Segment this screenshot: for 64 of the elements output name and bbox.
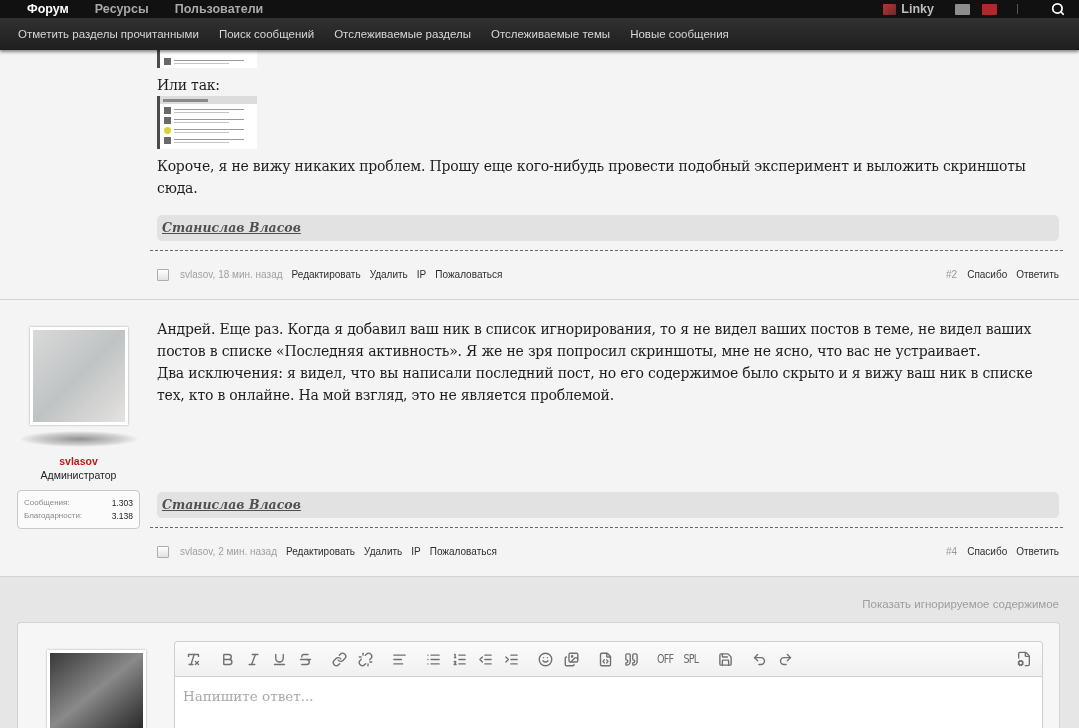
- quote-icon: [623, 651, 639, 667]
- stat-value: 1.303: [111, 498, 133, 508]
- smiley-icon: [537, 651, 553, 667]
- sub-nav-link[interactable]: Отслеживаемые темы: [480, 27, 621, 41]
- undo-icon: [751, 651, 767, 667]
- sub-nav-link[interactable]: Отслеживаемые разделы: [324, 27, 481, 41]
- message-text: Андрей. Еще раз. Когда я добавил ваш ник в список игнорирования, то я не видел ваших постов в теме, не видел ваших постов в списке «Последняя активность». Я же не зря попросил скриншоты, мне не ясно, что вас не устраивает.: [157, 320, 1033, 361]
- select-checkbox[interactable]: [157, 546, 169, 558]
- reply-input[interactable]: Напишите ответ...: [174, 677, 1043, 728]
- images-icon: [563, 651, 579, 667]
- page-gear-icon: [1016, 651, 1032, 667]
- message-text: Короче, я не вижу никаких проблем. Прошу еще кого-нибудь провести подобный эксперимент и выложить скриншоты сюда.: [157, 157, 1027, 198]
- indent-icon: [503, 651, 519, 667]
- post-action-link[interactable]: Спасибо: [967, 269, 1008, 281]
- avatar-photo-placeholder[interactable]: [47, 650, 146, 728]
- select-checkbox[interactable]: [157, 269, 169, 281]
- outdent-icon: [477, 651, 493, 667]
- redo-icon: [777, 651, 793, 667]
- tile-icon[interactable]: [982, 3, 997, 15]
- author-role: Администратор: [40, 468, 117, 482]
- post-action-link[interactable]: Ответить: [1016, 546, 1059, 558]
- post-action-link[interactable]: Пожаловаться: [435, 269, 503, 281]
- stat-value: 3.138: [111, 511, 133, 521]
- post-action-link[interactable]: Пожаловаться: [429, 546, 497, 558]
- post-action-link[interactable]: Ответить: [1016, 269, 1059, 281]
- stat-label: Сообщения:: [24, 498, 70, 508]
- toolbar-text-button[interactable]: OFF: [654, 647, 676, 671]
- underline-icon: [271, 651, 287, 667]
- toolbar-text-button[interactable]: SPL: [680, 647, 702, 671]
- username-link[interactable]: Linky: [901, 1, 934, 17]
- user-avatar-icon: [883, 3, 897, 15]
- remove-format-icon: [185, 651, 201, 667]
- post-action-link[interactable]: Редактировать: [286, 546, 356, 558]
- numbered-list-icon: [451, 651, 467, 667]
- strikethrough-icon: [297, 651, 313, 667]
- signature-link[interactable]: Станислав Власов: [162, 497, 301, 513]
- post-action-link[interactable]: Спасибо: [967, 546, 1008, 558]
- align-left-icon: [391, 651, 407, 667]
- message-text: Два исключения: я видел, что вы написали последний пост, но его содержимое было скрыто и я вижу ваш ник в списке тех, кто в онлайне. На мой взгляд, это не является проблемой.: [157, 364, 1034, 405]
- post-byline: svlasov, 2 мин. назад: [180, 546, 277, 558]
- author-name-link[interactable]: svlasov: [59, 454, 98, 468]
- save-icon: [717, 651, 733, 667]
- post-action-link[interactable]: Редактировать: [291, 269, 361, 281]
- sub-nav-link[interactable]: Отметить разделы прочитанными: [8, 27, 209, 41]
- stat-label: Благодарности:: [24, 511, 83, 521]
- message-text: Или так:: [157, 76, 221, 95]
- search-icon[interactable]: [1051, 2, 1065, 16]
- main-nav-tab[interactable]: Ресурсы: [94, 1, 149, 17]
- signature-link[interactable]: Станислав Власов: [162, 220, 301, 236]
- unlink-icon: [357, 651, 373, 667]
- main-nav-tab[interactable]: Пользователи: [174, 1, 264, 17]
- link-icon: [331, 651, 347, 667]
- sub-nav-link[interactable]: Поиск сообщений: [208, 27, 325, 41]
- code-icon: [597, 651, 613, 667]
- italic-icon: [245, 651, 261, 667]
- tile-icon[interactable]: [955, 3, 970, 15]
- main-nav-tab[interactable]: Форум: [27, 1, 69, 17]
- post-action-link[interactable]: Удалить: [364, 546, 403, 558]
- post-action-link[interactable]: IP: [411, 546, 421, 558]
- post-action-link[interactable]: IP: [416, 269, 427, 281]
- bullet-list-icon: [425, 651, 441, 667]
- post-byline: svlasov, 18 мин. назад: [180, 269, 283, 281]
- post-action-link[interactable]: Удалить: [369, 269, 408, 281]
- sub-nav-link[interactable]: Новые сообщения: [620, 27, 739, 41]
